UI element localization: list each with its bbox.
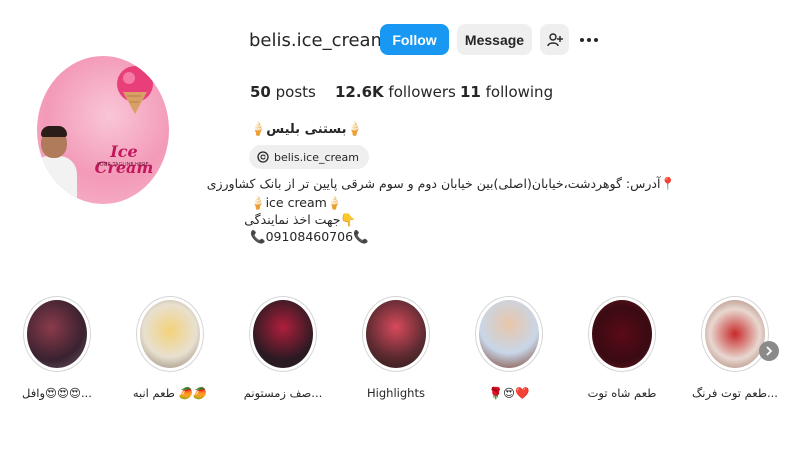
highlight-thumbnail xyxy=(366,300,426,368)
threads-icon xyxy=(257,151,269,163)
highlight-ring xyxy=(249,296,317,372)
highlight-item[interactable]: Highlights xyxy=(359,296,433,400)
profile-display-name: 🍦بستنی بلیس🍦 xyxy=(250,122,363,137)
highlight-thumbnail xyxy=(140,300,200,368)
highlight-thumbnail xyxy=(592,300,652,368)
highlight-item[interactable]: طعم انبه 🥭🥭 xyxy=(133,296,207,400)
highlight-label: 🌹😍❤️ xyxy=(488,386,530,400)
highlight-item[interactable]: وافل😍😍😍... xyxy=(20,296,94,400)
followers-link[interactable]: 12.6K followers xyxy=(335,83,456,101)
posts-label: posts xyxy=(275,83,316,101)
highlight-item[interactable]: 🌹😍❤️ xyxy=(472,296,546,400)
avatar-person-body xyxy=(37,156,77,204)
highlight-item[interactable]: طعم شاه توت xyxy=(585,296,659,400)
dot xyxy=(587,38,591,42)
highlight-item[interactable]: صف زمستونم... xyxy=(244,296,322,400)
profile-avatar[interactable]: Ice Cream YOUR TAGLINE HERE xyxy=(37,56,169,204)
threads-handle: belis.ice_cream xyxy=(274,150,360,164)
posts-count: 50 posts xyxy=(250,83,316,101)
dot xyxy=(580,38,584,42)
following-label: following xyxy=(485,83,554,101)
highlight-ring xyxy=(701,296,769,372)
highlight-label: طعم توت فرنگ... xyxy=(692,386,778,400)
bio-address: 📍آدرس: گوهردشت،خیابان(اصلی)بین خیابان دو… xyxy=(206,176,676,191)
followers-number: 12.6K xyxy=(335,83,384,101)
highlight-label: طعم شاه توت xyxy=(587,386,657,400)
highlight-label: طعم انبه 🥭🥭 xyxy=(132,386,208,400)
posts-number: 50 xyxy=(250,83,271,101)
bio-line-ice-cream: 🍦ice cream🍦 xyxy=(250,195,343,210)
highlight-thumbnail xyxy=(253,300,313,368)
following-number: 11 xyxy=(460,83,481,101)
highlight-ring xyxy=(475,296,543,372)
follow-button[interactable]: Follow xyxy=(380,24,449,55)
followers-label: followers xyxy=(388,83,456,101)
avatar-tagline: YOUR TAGLINE HERE xyxy=(97,162,149,168)
message-button[interactable]: Message xyxy=(457,24,532,55)
highlight-label: Highlights xyxy=(367,386,425,400)
ice-cream-cone-icon xyxy=(117,66,153,114)
avatar-person-hair xyxy=(41,126,67,137)
profile-username: belis.ice_cream xyxy=(249,30,389,51)
highlight-ring xyxy=(136,296,204,372)
avatar-logo-text: Ice Cream xyxy=(94,142,154,177)
highlight-label: صف زمستونم... xyxy=(243,386,323,400)
threads-link[interactable]: belis.ice_cream xyxy=(249,145,370,169)
highlight-thumbnail xyxy=(27,300,87,368)
highlight-label: وافل😍😍😍... xyxy=(22,386,92,400)
highlight-ring xyxy=(362,296,430,372)
highlight-thumbnail xyxy=(479,300,539,368)
chevron-right-glyph xyxy=(766,346,773,356)
bio-line-agency: 👇جهت اخذ نمایندگی xyxy=(244,212,356,227)
highlight-thumbnail xyxy=(705,300,765,368)
following-link[interactable]: 11 following xyxy=(460,83,553,101)
suggest-user-button[interactable] xyxy=(540,24,569,55)
bio-phone: 📞09108460706📞 xyxy=(250,229,369,244)
dot xyxy=(594,38,598,42)
highlight-ring xyxy=(588,296,656,372)
person-plus-icon xyxy=(546,32,563,46)
highlight-ring xyxy=(23,296,91,372)
chevron-right-icon[interactable] xyxy=(759,341,779,361)
more-options-icon[interactable] xyxy=(578,31,600,49)
